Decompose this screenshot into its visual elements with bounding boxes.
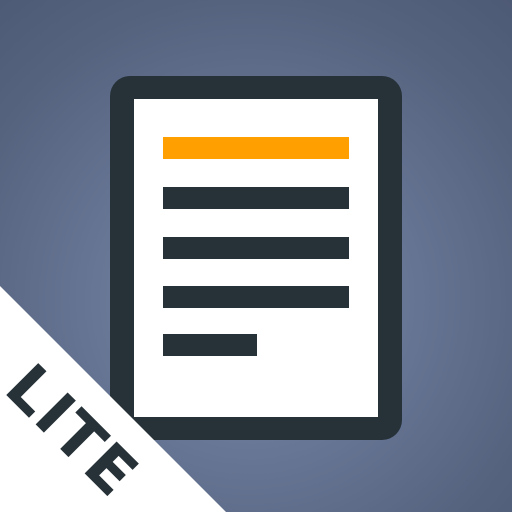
app-icon: LITE — [0, 0, 512, 512]
text-line — [163, 237, 349, 259]
text-line — [163, 187, 349, 209]
short-text-line — [163, 334, 257, 356]
text-line — [163, 286, 349, 308]
highlight-line — [163, 137, 349, 159]
